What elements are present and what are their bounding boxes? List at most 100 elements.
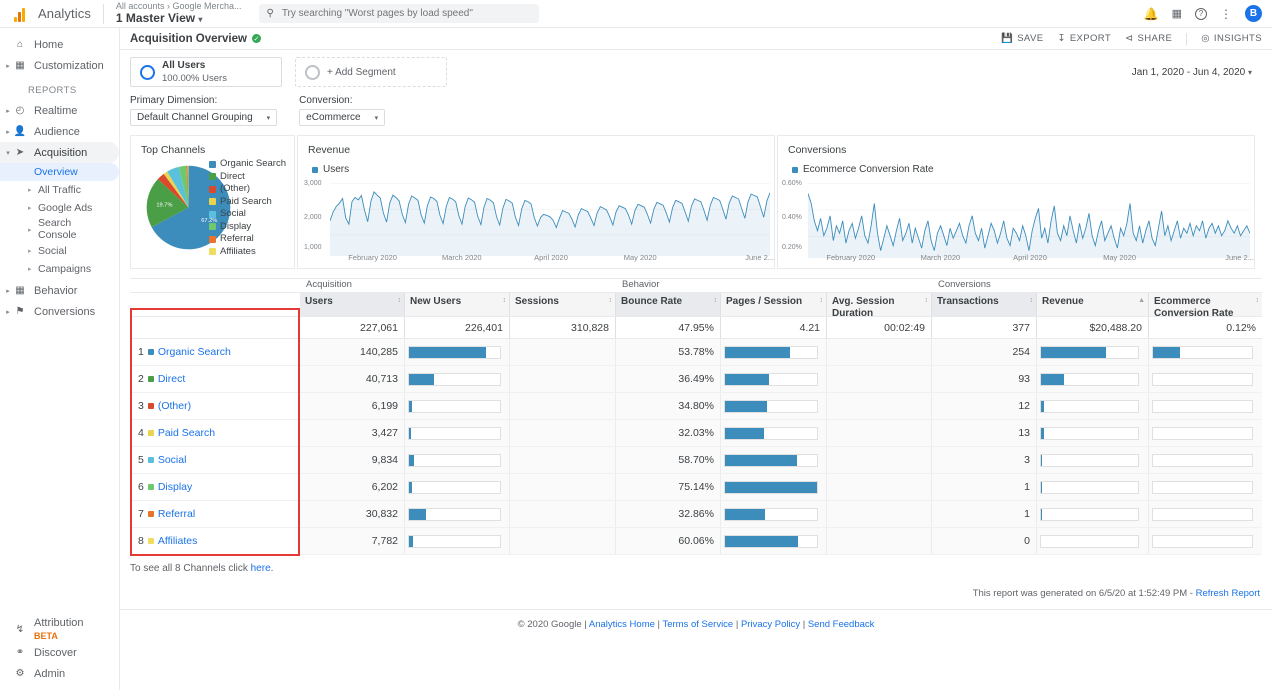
help-icon[interactable]: ? <box>1195 8 1207 20</box>
date-range-picker[interactable]: Jan 1, 2020 - Jun 4, 2020 ▾ <box>1132 67 1262 78</box>
bar-track <box>1152 535 1253 548</box>
channel-cell: 3 (Other) <box>130 393 300 419</box>
legend-label: Referral <box>220 233 254 246</box>
column-header-transactions[interactable]: Transactions↕ <box>932 293 1037 316</box>
add-segment-button[interactable]: + Add Segment <box>295 57 447 87</box>
bar-track <box>408 535 501 548</box>
channel-link[interactable]: Referral <box>158 508 195 520</box>
table-row[interactable]: 6 Display 6,202 75.14% 1 <box>130 474 1262 501</box>
refresh-report-link[interactable]: Refresh Report <box>1196 588 1260 599</box>
segment-all-users[interactable]: All Users 100.00% Users <box>130 57 282 87</box>
channel-link[interactable]: Social <box>158 454 187 466</box>
avatar[interactable]: B <box>1245 5 1262 22</box>
footer-link-terms[interactable]: Terms of Service <box>662 619 733 630</box>
column-header-revenue[interactable]: Revenue▲ <box>1037 293 1149 316</box>
column-header-sessions[interactable]: Sessions↕ <box>510 293 616 316</box>
account-selector[interactable]: All accounts › Google Mercha... 1 Master… <box>116 1 242 25</box>
bar-track <box>1152 346 1253 359</box>
column-header-new-users[interactable]: New Users↕ <box>405 293 510 316</box>
search-input[interactable] <box>280 7 533 20</box>
channel-link[interactable]: Affiliates <box>158 535 198 547</box>
sidebar-item-social[interactable]: ▸ Social <box>0 242 119 260</box>
transactions-cell: 12 <box>932 393 1037 419</box>
search-box[interactable]: ⚲ <box>259 4 539 23</box>
sidebar-item-all-traffic[interactable]: ▸ All Traffic <box>0 181 119 199</box>
sidebar-item-discover[interactable]: ⚭ Discover <box>0 642 120 663</box>
channel-link[interactable]: Organic Search <box>158 346 231 358</box>
insights-button[interactable]: ◎INSIGHTS <box>1201 33 1262 44</box>
save-button[interactable]: 💾SAVE <box>1001 33 1043 44</box>
avg-duration-cell <box>827 393 932 419</box>
pie-legend-item[interactable]: (Other) <box>209 183 286 196</box>
row-rank: 4 <box>138 427 144 439</box>
expand-arrow-icon: ▸ <box>4 128 12 136</box>
sidebar-item-customization[interactable]: ▸ ▦ Customization <box>0 55 119 76</box>
top-bar: Analytics All accounts › Google Mercha..… <box>0 0 1272 28</box>
channel-link[interactable]: Paid Search <box>158 427 215 439</box>
channel-link[interactable]: (Other) <box>158 400 191 412</box>
more-options-icon[interactable]: ⋮ <box>1220 7 1232 21</box>
sidebar-item-overview[interactable]: Overview <box>0 163 119 181</box>
notifications-bell-icon[interactable]: 🔔 <box>1144 7 1159 21</box>
x-axis-tick: February 2020 <box>806 253 896 262</box>
export-button[interactable]: ↧EXPORT <box>1057 33 1111 44</box>
column-header-users[interactable]: Users↕ <box>300 293 405 316</box>
lightbulb-icon: ⚭ <box>12 647 28 658</box>
channel-color-chip <box>148 538 154 544</box>
conversions-x-axis: February 2020March 2020April 2020May 202… <box>778 253 1254 262</box>
sidebar-item-acquisition[interactable]: ▾ ➤ Acquisition <box>0 142 119 163</box>
column-header-ecommerce-conversion-rate[interactable]: Ecommerce Conversion Rate↕ <box>1149 293 1262 316</box>
pie-legend-item[interactable]: Social <box>209 208 286 221</box>
sidebar-item-home[interactable]: ⌂ Home <box>0 34 119 55</box>
table-row[interactable]: 5 Social 9,834 58.70% 3 <box>130 447 1262 474</box>
pie-legend-item[interactable]: Direct <box>209 171 286 184</box>
footer-link-privacy[interactable]: Privacy Policy <box>741 619 800 630</box>
footer-link-analytics-home[interactable]: Analytics Home <box>589 619 655 630</box>
chevron-down-icon: ▾ <box>375 114 379 122</box>
table-row[interactable]: 7 Referral 30,832 32.86% 1 <box>130 501 1262 528</box>
table-row[interactable]: 8 Affiliates 7,782 60.06% 0 <box>130 528 1262 555</box>
pie-legend-item[interactable]: Organic Search <box>209 158 286 171</box>
sidebar-item-google-ads[interactable]: ▸ Google Ads <box>0 199 119 217</box>
table-row[interactable]: 4 Paid Search 3,427 32.03% 13 <box>130 420 1262 447</box>
summary-cards: Top Channels 67.2%19.7% Organic SearchDi… <box>120 126 1272 269</box>
divider <box>1186 33 1187 45</box>
column-header-avg-session-duration[interactable]: Avg. Session Duration↕ <box>827 293 932 316</box>
sidebar-item-realtime[interactable]: ▸ ◴ Realtime <box>0 100 119 121</box>
divider <box>103 4 104 24</box>
sidebar-item-admin[interactable]: ⚙ Admin <box>0 663 120 684</box>
table-row[interactable]: 2 Direct 40,713 36.49% 93 <box>130 366 1262 393</box>
sidebar-item-search-console[interactable]: ▸ SearchConsole <box>0 217 119 242</box>
pie-legend-item[interactable]: Paid Search <box>209 196 286 209</box>
table-row[interactable]: 3 (Other) 6,199 34.80% 12 <box>130 393 1262 420</box>
apps-grid-icon[interactable]: ▦ <box>1172 7 1182 20</box>
channel-link[interactable]: Direct <box>158 373 185 385</box>
sidebar-item-audience[interactable]: ▸ 👤 Audience <box>0 121 119 142</box>
channel-link[interactable]: Display <box>158 481 192 493</box>
see-all-link[interactable]: here <box>251 563 271 574</box>
bounce-rate-cell: 32.86% <box>616 501 721 527</box>
x-axis-tick: February 2020 <box>328 253 417 262</box>
pie-legend-item[interactable]: Referral <box>209 233 286 246</box>
pie-slice-label: 19.7% <box>156 202 172 208</box>
share-button[interactable]: ⊲SHARE <box>1125 33 1172 44</box>
column-header-bounce-rate[interactable]: Bounce Rate↕ <box>616 293 721 316</box>
bounce-rate-cell: 34.80% <box>616 393 721 419</box>
conversion-dropdown[interactable]: eCommerce ▾ <box>299 109 385 126</box>
add-segment-label: + Add Segment <box>327 67 396 78</box>
sidebar-item-campaigns[interactable]: ▸ Campaigns <box>0 260 119 278</box>
column-header-pages-session[interactable]: Pages / Session↕ <box>721 293 827 316</box>
pie-legend-item[interactable]: Display <box>209 221 286 234</box>
sidebar-item-label: Behavior <box>34 285 77 297</box>
bar-fill <box>725 482 817 493</box>
primary-dimension-dropdown[interactable]: Default Channel Grouping ▾ <box>130 109 277 126</box>
sidebar-item-behavior[interactable]: ▸ ▦ Behavior <box>0 280 119 301</box>
table-row[interactable]: 1 Organic Search 140,285 53.78% 254 <box>130 339 1262 366</box>
footer-link-feedback[interactable]: Send Feedback <box>808 619 875 630</box>
ecr-bar-cell <box>1149 366 1262 392</box>
pie-legend-item[interactable]: Affiliates <box>209 246 286 259</box>
sidebar-item-attribution[interactable]: ↯ Attribution BETA <box>0 617 120 642</box>
top-channels-card: Top Channels 67.2%19.7% Organic SearchDi… <box>130 135 295 269</box>
sidebar-item-conversions[interactable]: ▸ ⚑ Conversions <box>0 301 119 322</box>
pie-legend: Organic SearchDirect(Other)Paid SearchSo… <box>209 158 286 258</box>
